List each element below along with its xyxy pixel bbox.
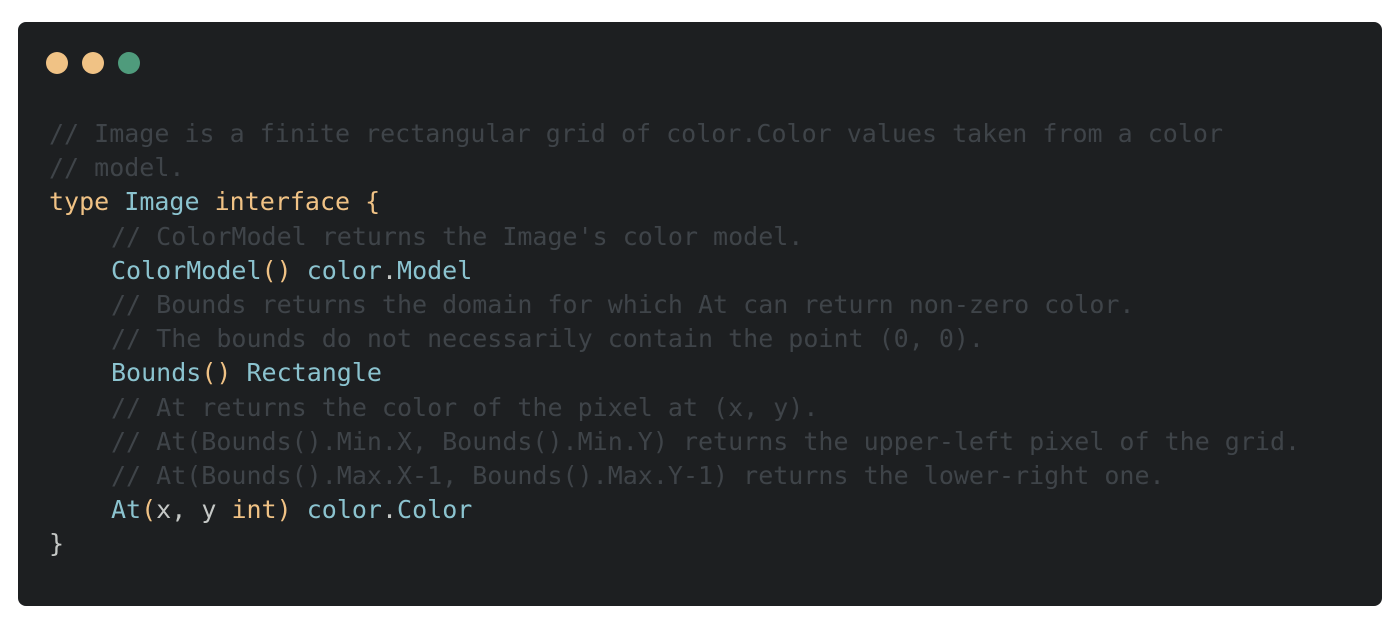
code-token-package: color bbox=[306, 255, 382, 285]
code-line: type Image interface { bbox=[49, 185, 1300, 219]
code-token-comment: // The bounds do not necessarily contain… bbox=[111, 324, 984, 354]
code-line: // Bounds returns the domain for which A… bbox=[49, 288, 1300, 322]
code-block: // Image is a finite rectangular grid of… bbox=[49, 117, 1300, 561]
code-token-keyword: interface bbox=[214, 187, 351, 217]
code-token-keyword: () bbox=[261, 255, 292, 285]
code-line: // At(Bounds().Min.X, Bounds().Min.Y) re… bbox=[49, 425, 1300, 459]
code-token-type: At bbox=[111, 495, 142, 525]
code-token-ident: . bbox=[381, 255, 398, 285]
code-token-ident: . bbox=[381, 495, 398, 525]
code-token-type: Rectangle bbox=[246, 358, 382, 388]
code-token-type: Image bbox=[124, 187, 200, 217]
code-token-keyword: ( bbox=[141, 495, 157, 525]
code-token-keyword: ) bbox=[276, 495, 292, 525]
code-line: Bounds() Rectangle bbox=[49, 356, 1300, 390]
code-token-type: ColorModel bbox=[111, 255, 262, 285]
code-line: // ColorModel returns the Image's color … bbox=[49, 220, 1300, 254]
code-window: // Image is a finite rectangular grid of… bbox=[18, 22, 1382, 606]
code-token-comment: // At returns the color of the pixel at … bbox=[111, 392, 819, 422]
code-token-comment: // Image is a finite rectangular grid of… bbox=[49, 119, 1223, 148]
code-line: // model. bbox=[49, 151, 1300, 185]
code-token-package: color bbox=[306, 495, 382, 525]
code-line: // Image is a finite rectangular grid of… bbox=[49, 117, 1300, 151]
code-token-type: Model bbox=[397, 255, 473, 285]
window-controls bbox=[46, 52, 140, 74]
code-token-type: Color bbox=[397, 495, 473, 525]
code-token-keyword: int bbox=[231, 495, 277, 525]
code-token-comment: // At(Bounds().Min.X, Bounds().Min.Y) re… bbox=[111, 426, 1301, 456]
code-line: } bbox=[49, 527, 1300, 561]
code-line: At(x, y int) color.Color bbox=[49, 493, 1300, 527]
code-token-comment: // model. bbox=[49, 153, 185, 183]
code-token-type: Bounds bbox=[111, 358, 202, 388]
code-line: // At(Bounds().Max.X-1, Bounds().Max.Y-1… bbox=[49, 459, 1300, 493]
code-token-ident: x, y bbox=[156, 495, 232, 525]
code-line: // At returns the color of the pixel at … bbox=[49, 391, 1300, 425]
code-token-comment: // ColorModel returns the Image's color … bbox=[111, 221, 804, 251]
zoom-button[interactable] bbox=[118, 52, 140, 74]
code-token-ident: } bbox=[49, 529, 65, 559]
minimize-button[interactable] bbox=[82, 52, 104, 74]
code-token-keyword: { bbox=[365, 187, 381, 217]
code-token-comment: // Bounds returns the domain for which A… bbox=[111, 289, 1135, 319]
code-token-keyword: type bbox=[49, 187, 110, 217]
code-line: // The bounds do not necessarily contain… bbox=[49, 322, 1300, 356]
close-button[interactable] bbox=[46, 52, 68, 74]
code-token-comment: // At(Bounds().Max.X-1, Bounds().Max.Y-1… bbox=[111, 460, 1165, 490]
code-line: ColorModel() color.Model bbox=[49, 254, 1300, 288]
code-token-keyword: () bbox=[201, 358, 232, 388]
